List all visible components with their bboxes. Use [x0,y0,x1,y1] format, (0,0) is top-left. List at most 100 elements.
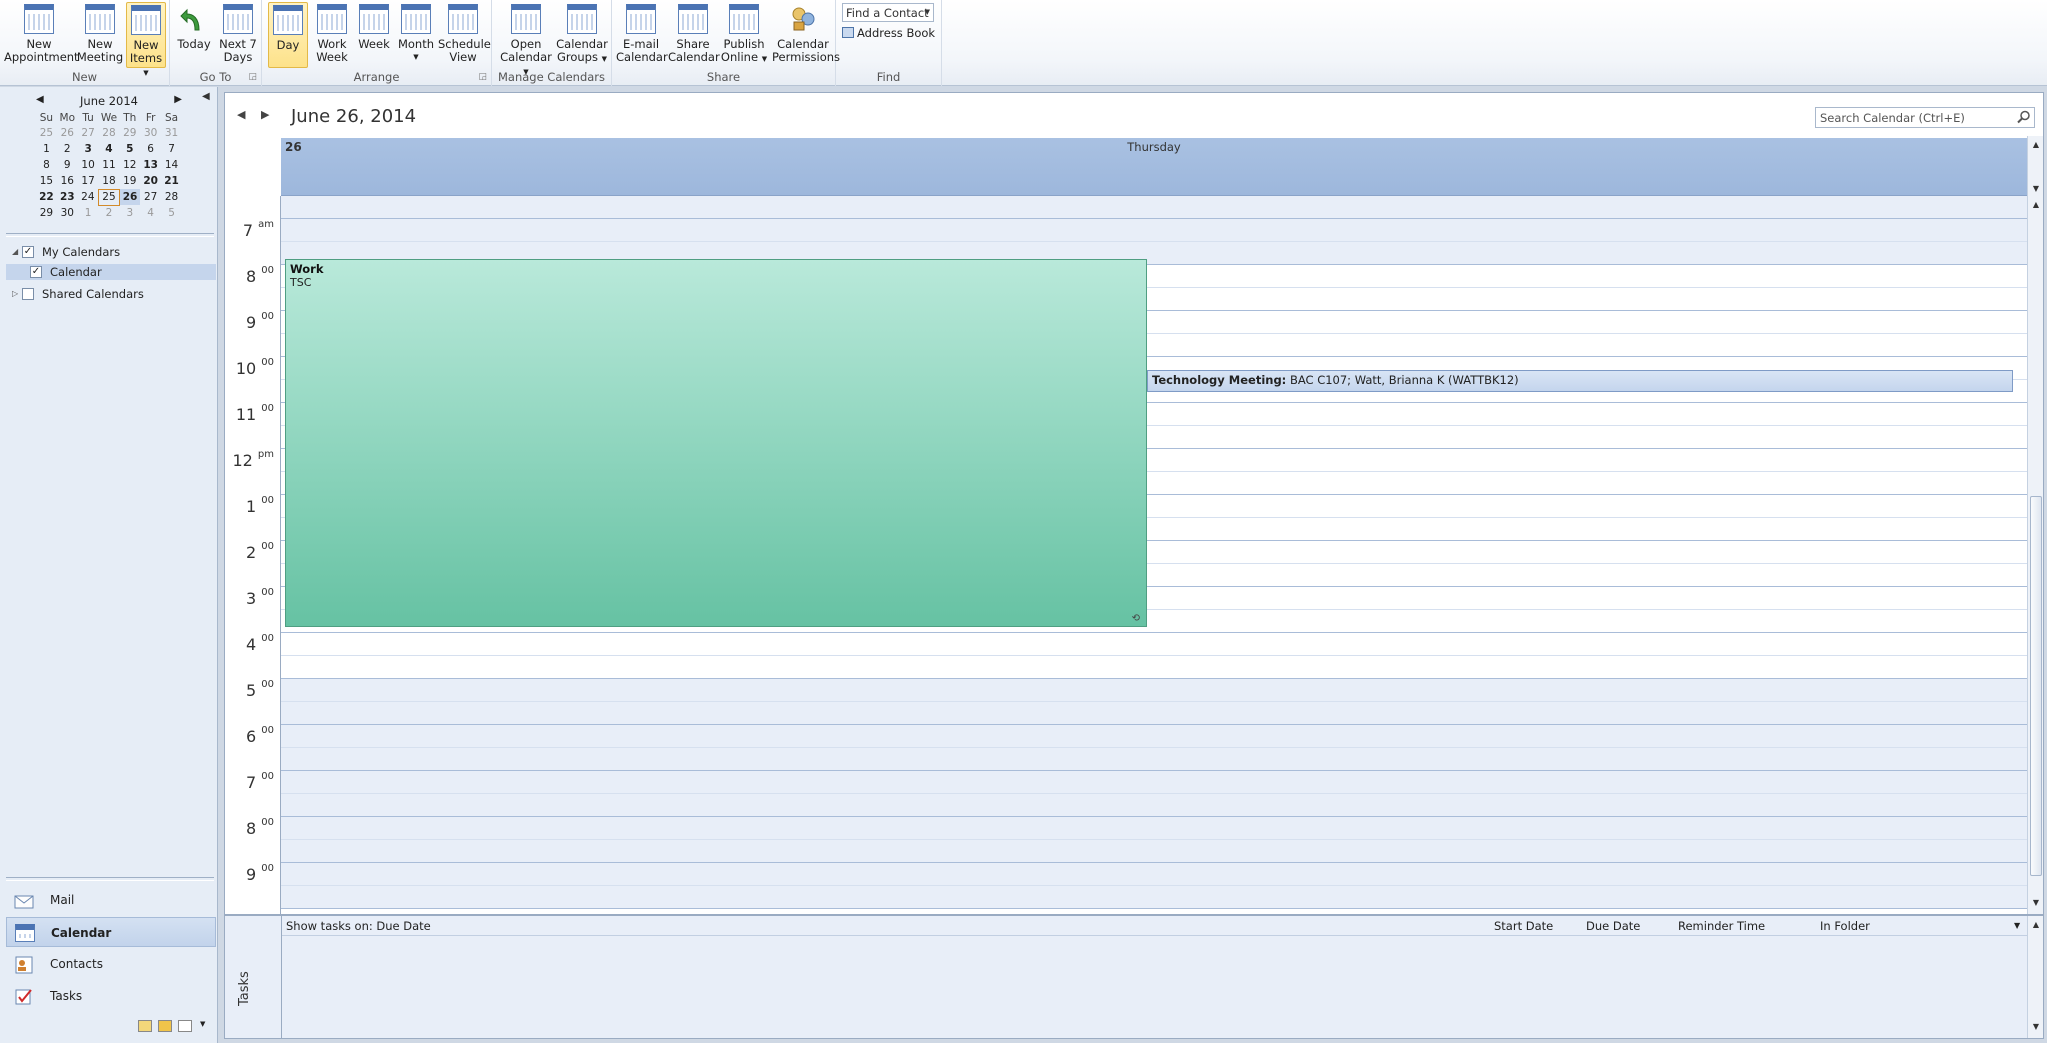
mini-calendar-day[interactable]: 3 [119,205,140,221]
time-slot[interactable] [281,725,2027,748]
mini-calendar-day[interactable]: 11 [99,157,120,173]
mini-calendar-day[interactable]: 31 [161,125,182,141]
next-day-icon[interactable]: ▶ [261,108,269,121]
scroll-up-icon[interactable]: ▲ [2029,198,2043,212]
shared-calendars-checkbox[interactable] [22,288,34,300]
time-slot[interactable] [281,679,2027,702]
tasks-nav-button[interactable]: Tasks [6,981,216,1011]
mini-calendar-day[interactable]: 30 [57,205,78,221]
day-header[interactable]: 26 Thursday [281,138,2027,196]
mini-calendar-day[interactable]: 1 [78,205,99,221]
time-slot[interactable] [281,886,2027,909]
time-slot[interactable] [281,196,2027,219]
search-calendar-input[interactable]: Search Calendar (Ctrl+E) [1815,107,2035,128]
next-month-icon[interactable]: ▶ [174,94,182,105]
scroll-down-icon[interactable]: ▼ [2029,1020,2043,1034]
technology-meeting-appointment[interactable]: Technology Meeting: BAC C107; Watt, Bria… [1147,370,2013,392]
schedule-view-button[interactable]: Schedule View [438,2,491,68]
my-calendars-node[interactable]: ◢ ✓ My Calendars [6,244,216,260]
mini-calendar-day[interactable]: 24 [78,189,99,205]
day-grid[interactable]: Work TSC ⟲ Technology Meeting: BAC C107;… [281,196,2027,914]
notes-icon[interactable] [138,1020,152,1032]
contacts-nav-button[interactable]: Contacts [6,949,216,979]
calendar-groups-button[interactable]: Calendar Groups ▼ [554,2,610,68]
my-calendars-checkbox[interactable]: ✓ [22,246,34,258]
mini-calendar-day[interactable]: 7 [161,141,182,157]
mini-calendar-day[interactable]: 16 [57,173,78,189]
calendar-item[interactable]: ✓ Calendar [6,264,216,280]
column-dropdown-icon[interactable]: ▼ [2014,916,2020,936]
calendar-checkbox[interactable]: ✓ [30,266,42,278]
find-contact-combobox[interactable]: Find a Contact ▼ [842,3,934,22]
today-button[interactable]: Today [174,2,214,68]
mini-calendar-day[interactable]: 23 [57,189,78,205]
mini-calendar-day[interactable]: 27 [78,125,99,141]
calendar-vertical-scrollbar[interactable]: ▲ ▼ ▲ ▼ [2027,136,2043,914]
arrange-launcher-icon[interactable]: ◲ [478,72,487,82]
mini-calendar-day[interactable]: 1 [36,141,57,157]
time-slot[interactable] [281,794,2027,817]
scroll-down-icon[interactable]: ▼ [2029,896,2043,910]
mini-calendar-day[interactable]: 5 [119,141,140,157]
publish-online-button[interactable]: Publish Online ▼ [718,2,770,68]
configure-buttons-icon[interactable]: ▼ [200,1020,205,1028]
shortcuts-icon[interactable] [178,1020,192,1032]
time-slot[interactable] [281,771,2027,794]
time-slot[interactable] [281,633,2027,656]
mini-calendar-day[interactable]: 27 [140,189,161,205]
mini-calendar-day[interactable]: 25 [36,125,57,141]
mini-calendar-day[interactable]: 9 [57,157,78,173]
time-slot[interactable] [281,219,2027,242]
mini-calendar-day[interactable]: 29 [36,205,57,221]
scrollbar-thumb[interactable] [2030,496,2042,876]
mini-calendar-day[interactable]: 18 [99,173,120,189]
mini-calendar-day[interactable]: 28 [99,125,120,141]
column-reminder-time[interactable]: Reminder Time [1678,916,1765,936]
mail-nav-button[interactable]: Mail [6,885,216,915]
mini-calendar-day[interactable]: 29 [119,125,140,141]
collapse-nav-icon[interactable]: ◀ [202,91,210,102]
week-button[interactable]: Week [354,2,394,68]
scroll-up-icon[interactable]: ▲ [2029,138,2043,152]
mini-calendar-day[interactable]: 13 [140,157,161,173]
mini-calendar-day[interactable]: 26 [57,125,78,141]
collapsed-triangle-icon[interactable]: ▷ [12,286,18,302]
calendar-nav-button[interactable]: Calendar [6,917,216,947]
expand-triangle-icon[interactable]: ◢ [12,244,18,260]
mini-calendar-day[interactable]: 15 [36,173,57,189]
column-in-folder[interactable]: In Folder [1820,916,1870,936]
tasks-scrollbar[interactable]: ▲ ▼ [2027,916,2043,1038]
scroll-up-icon[interactable]: ▲ [2029,918,2043,932]
mini-calendar-day[interactable]: 3 [78,141,99,157]
goto-launcher-icon[interactable]: ◲ [248,72,257,82]
mini-calendar-day[interactable]: 20 [140,173,161,189]
work-week-button[interactable]: Work Week [312,2,352,68]
mini-calendar-day[interactable]: 14 [161,157,182,173]
mini-calendar-day[interactable]: 10 [78,157,99,173]
new-items-button[interactable]: New Items ▼ [126,2,166,77]
open-calendar-button[interactable]: Open Calendar ▼ [496,2,556,76]
mini-calendar-today[interactable]: 25 [98,188,120,206]
folder-list-icon[interactable] [158,1020,172,1032]
month-button[interactable]: Month ▼ [396,2,436,68]
time-slot[interactable] [281,840,2027,863]
mini-calendar-day[interactable]: 12 [119,157,140,173]
search-icon[interactable] [2017,110,2031,124]
show-tasks-on[interactable]: Show tasks on: Due Date [286,916,431,936]
work-appointment[interactable]: Work TSC ⟲ [285,259,1147,627]
time-slot[interactable] [281,817,2027,840]
mini-calendar-day[interactable]: 17 [78,173,99,189]
column-due-date[interactable]: Due Date [1586,916,1640,936]
mini-calendar-day[interactable]: 28 [161,189,182,205]
time-slot[interactable] [281,748,2027,771]
new-meeting-button[interactable]: New Meeting [76,2,124,68]
share-calendar-button[interactable]: Share Calendar [668,2,720,68]
next-7-days-button[interactable]: Next 7 Days [216,2,260,68]
mini-calendar-day[interactable]: 2 [99,205,120,221]
mini-calendar-day[interactable]: 21 [161,173,182,189]
mini-calendar-day[interactable]: 19 [119,173,140,189]
tasks-area[interactable]: Show tasks on: Due Date Start Date Due D… [281,916,2028,1038]
mini-calendar-day[interactable]: 4 [140,205,161,221]
mini-calendar-day[interactable]: 22 [36,189,57,205]
mini-calendar-day[interactable]: 5 [161,205,182,221]
